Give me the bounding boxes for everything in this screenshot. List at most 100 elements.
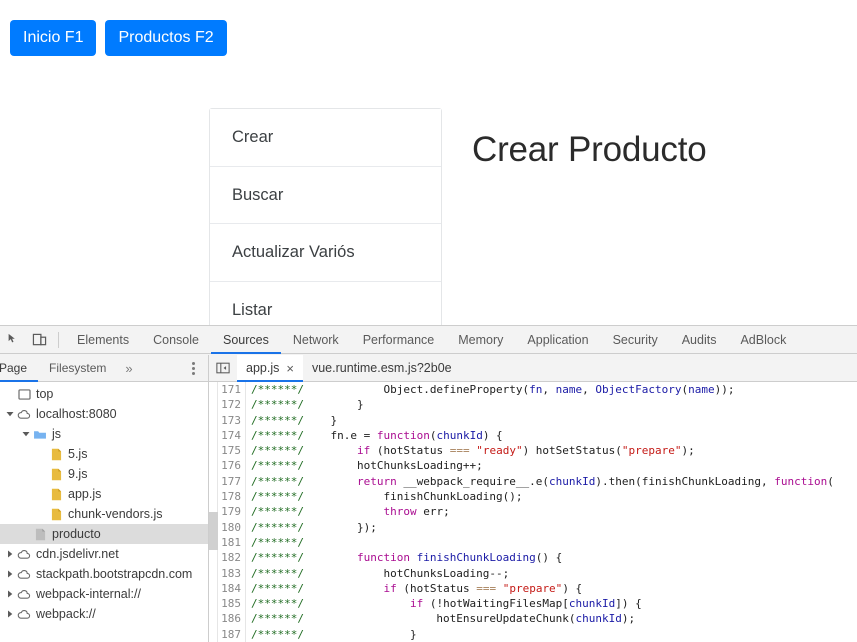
code-line: 180/******/ });	[218, 519, 857, 535]
line-number[interactable]: 177	[218, 474, 245, 489]
line-number[interactable]: 178	[218, 489, 245, 504]
line-number[interactable]: 175	[218, 443, 245, 458]
code-line-text[interactable]: /******/ Object.defineProperty(fn, name,…	[246, 382, 857, 397]
code-line-text[interactable]: /******/ return __webpack_require__.e(ch…	[246, 474, 857, 489]
line-number[interactable]: 186	[218, 611, 245, 626]
tree-item-js[interactable]: js	[0, 424, 208, 444]
navigator-subtab-page[interactable]: Page	[0, 355, 39, 382]
code-line: 174/******/ fn.e = function(chunkId) {	[218, 427, 857, 444]
code-line-text[interactable]: /******/ finishChunkLoading();	[246, 489, 857, 504]
line-number[interactable]: 184	[218, 581, 245, 596]
code-line-text[interactable]: /******/ hotEnsureUpdateChunk(chunkId);	[246, 611, 857, 626]
devtools-tab-sources[interactable]: Sources	[210, 326, 281, 354]
line-number[interactable]: 181	[218, 535, 245, 550]
devtools-tab-audits[interactable]: Audits	[670, 326, 729, 354]
tree-item-chunk-vendors-js[interactable]: chunk-vendors.js	[0, 504, 208, 524]
frame-icon	[16, 384, 32, 404]
editor-tab-vue-runtime[interactable]: vue.runtime.esm.js?2b0e	[303, 355, 461, 382]
line-number[interactable]: 172	[218, 397, 245, 412]
devtools-tab-network[interactable]: Network	[281, 326, 351, 354]
nav-button-productos[interactable]: Productos F2	[105, 20, 227, 57]
devtools-tab-adblock[interactable]: AdBlock	[728, 326, 798, 354]
code-line: 178/******/ finishChunkLoading();	[218, 489, 857, 505]
line-number[interactable]: 171	[218, 382, 245, 397]
chevron-right-icon[interactable]	[4, 604, 16, 624]
devtools-tab-console[interactable]: Console	[141, 326, 211, 354]
code-line-text[interactable]: /******/ function finishChunkLoading() {	[246, 550, 857, 565]
navigator-more-icon[interactable]: »	[117, 361, 140, 376]
device-toolbar-icon[interactable]	[26, 327, 52, 353]
devtools-tab-memory[interactable]: Memory	[446, 326, 515, 354]
tree-item-cdn-jsdelivr-net[interactable]: cdn.jsdelivr.net	[0, 544, 208, 564]
tree-item-5-js[interactable]: 5.js	[0, 444, 208, 464]
navigator-subtab-filesystem[interactable]: Filesystem	[38, 355, 117, 382]
app-navbar: Inicio F1 Productos F2	[10, 20, 227, 57]
line-number[interactable]: 176	[218, 458, 245, 473]
chevron-right-icon[interactable]	[4, 564, 16, 584]
code-line-text[interactable]: /******/ if (!hotWaitingFilesMap[chunkId…	[246, 596, 857, 611]
tree-item-label: 5.js	[68, 447, 88, 461]
devtools-body: Page Filesystem » top localhost:8080 js 5.j…	[0, 355, 857, 642]
line-number[interactable]: 174	[218, 428, 245, 443]
chevron-down-icon[interactable]	[4, 404, 16, 424]
chevron-right-icon[interactable]	[4, 544, 16, 564]
code-line-text[interactable]: /******/ hotChunksLoading++;	[246, 458, 857, 473]
list-item-actualizar-varios[interactable]: Actualizar Variós	[210, 224, 441, 282]
code-content[interactable]: 171/******/ Object.defineProperty(fn, na…	[218, 382, 857, 642]
tree-item-label: js	[52, 427, 62, 441]
navigator-menu-icon[interactable]	[186, 360, 200, 377]
line-number[interactable]: 187	[218, 627, 245, 642]
tree-item-localhost-8080[interactable]: localhost:8080	[0, 404, 208, 424]
tree-item-label: producto	[52, 527, 101, 541]
tree-item-webpack[interactable]: webpack://	[0, 604, 208, 624]
tree-item-label: localhost:8080	[36, 407, 117, 421]
tree-item-webpack-internal[interactable]: webpack-internal://	[0, 584, 208, 604]
code-line-text[interactable]: /******/	[246, 535, 857, 550]
file-js-icon	[48, 484, 64, 504]
code-line-text[interactable]: /******/ });	[246, 520, 857, 535]
line-number[interactable]: 173	[218, 413, 245, 428]
nav-button-inicio[interactable]: Inicio F1	[10, 20, 97, 57]
tree-item-stackpath-bootstrapcdn-com[interactable]: stackpath.bootstrapcdn.com	[0, 564, 208, 584]
code-line: 182/******/ function finishChunkLoading(…	[218, 550, 857, 566]
chevron-down-icon[interactable]	[20, 424, 32, 444]
tree-item-top[interactable]: top	[0, 384, 208, 404]
toolbar-divider	[58, 331, 59, 348]
tree-item-producto[interactable]: producto	[0, 524, 208, 544]
devtools-tab-application[interactable]: Application	[515, 326, 600, 354]
list-item-listar[interactable]: Listar	[210, 281, 441, 325]
devtools-tab-performance[interactable]: Performance	[351, 326, 447, 354]
tree-item-9-js[interactable]: 9.js	[0, 464, 208, 484]
chevron-right-icon[interactable]	[4, 584, 16, 604]
code-line-text[interactable]: /******/ }	[246, 413, 857, 428]
inspect-element-icon[interactable]	[0, 327, 26, 353]
code-line-text[interactable]: /******/ if (hotStatus === "ready") hotS…	[246, 443, 857, 458]
line-number[interactable]: 182	[218, 550, 245, 565]
editor-tab-app-js[interactable]: app.js ×	[237, 355, 303, 382]
line-number[interactable]: 180	[218, 520, 245, 535]
list-item-crear[interactable]: Crear	[210, 109, 441, 167]
line-number[interactable]: 185	[218, 596, 245, 611]
code-scrollbar[interactable]	[209, 382, 218, 642]
list-item-buscar[interactable]: Buscar	[210, 166, 441, 225]
code-line: 175/******/ if (hotStatus === "ready") h…	[218, 443, 857, 459]
code-line: 172/******/ }	[218, 397, 857, 413]
line-number[interactable]: 183	[218, 566, 245, 581]
code-line-text[interactable]: /******/ }	[246, 627, 857, 642]
devtools-tab-security[interactable]: Security	[601, 326, 670, 354]
close-icon[interactable]: ×	[286, 361, 294, 376]
code-line-text[interactable]: /******/ throw err;	[246, 504, 857, 519]
scrollbar-thumb[interactable]	[209, 512, 218, 550]
tree-item-app-js[interactable]: app.js	[0, 484, 208, 504]
editor-tab-label: vue.runtime.esm.js?2b0e	[311, 361, 452, 375]
code-line-text[interactable]: /******/ fn.e = function(chunkId) {	[246, 428, 857, 443]
toggle-navigator-icon[interactable]	[209, 355, 237, 382]
code-line-text[interactable]: /******/ hotChunksLoading--;	[246, 566, 857, 581]
devtools-tab-elements[interactable]: Elements	[65, 326, 141, 354]
code-line: 171/******/ Object.defineProperty(fn, na…	[218, 382, 857, 398]
code-line-text[interactable]: /******/ }	[246, 397, 857, 412]
code-line-text[interactable]: /******/ if (hotStatus === "prepare") {	[246, 581, 857, 596]
line-number[interactable]: 179	[218, 504, 245, 519]
